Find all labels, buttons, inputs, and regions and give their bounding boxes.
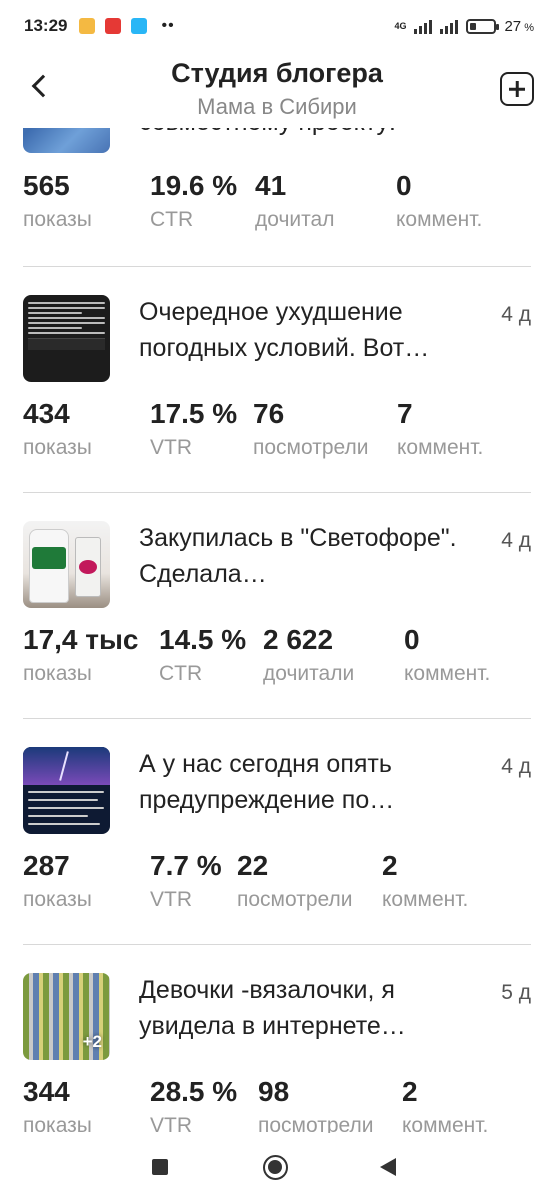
- post-thumbnail[interactable]: [23, 128, 110, 153]
- post-thumbnail[interactable]: [23, 295, 110, 382]
- system-nav-bar: [0, 1133, 554, 1200]
- notification-play-icon: [131, 18, 148, 34]
- add-post-button[interactable]: [500, 72, 534, 106]
- views-stat: 434 показы: [23, 398, 92, 459]
- post-title[interactable]: А у нас сегодня опять предупреждение по…: [139, 746, 469, 818]
- post-card[interactable]: А у нас сегодня опять предупреждение по……: [23, 747, 531, 947]
- comments-stat: 0 коммент.: [404, 624, 491, 685]
- status-time: 13:29: [24, 16, 68, 35]
- post-age: 4 д: [501, 755, 531, 778]
- post-list[interactable]: совместному проекту! 565 показы 19.6 % C…: [0, 128, 554, 1133]
- rate-stat: 17.5 % VTR: [150, 398, 238, 459]
- views-stat: 344 показы: [23, 1076, 92, 1133]
- recents-icon[interactable]: [152, 1159, 168, 1175]
- post-title[interactable]: Девочки -вязалочки, я увидела в интернет…: [139, 972, 469, 1044]
- divider: [23, 266, 531, 267]
- more-notifications-icon: ••: [161, 17, 175, 34]
- signal-icon: [414, 18, 433, 34]
- divider: [23, 944, 531, 945]
- network-type: 4G: [394, 21, 407, 31]
- reads-stat: 41 дочитал: [255, 170, 335, 231]
- battery-icon: [466, 18, 500, 34]
- post-card[interactable]: совместному проекту! 565 показы 19.6 % C…: [23, 128, 531, 246]
- post-card[interactable]: Закупилась в "Светофоре". Сделала… 4 д 1…: [23, 521, 531, 721]
- more-photos-badge: +2: [82, 1032, 102, 1051]
- battery-percent: 27 %: [504, 17, 534, 35]
- post-title[interactable]: Закупилась в "Светофоре". Сделала…: [139, 520, 469, 592]
- reads-stat: 22 посмотрели: [237, 850, 353, 911]
- views-stat: 565 показы: [23, 170, 92, 231]
- post-age: 4 д: [501, 529, 531, 552]
- rate-stat: 19.6 % CTR: [150, 170, 238, 231]
- post-title[interactable]: совместному проекту!: [139, 128, 469, 140]
- post-thumbnail[interactable]: [23, 747, 110, 834]
- notification-app-icon: [79, 18, 96, 34]
- signal-icon: [440, 18, 459, 34]
- rate-stat: 14.5 % CTR: [159, 624, 247, 685]
- app-header: Студия блогера Мама в Сибири: [0, 52, 554, 128]
- back-triangle-icon[interactable]: [380, 1158, 396, 1176]
- post-thumbnail[interactable]: +2: [23, 973, 110, 1060]
- comments-stat: 0 коммент.: [396, 170, 483, 231]
- post-age: 4 д: [501, 303, 531, 326]
- status-indicators: 4G 27 %: [394, 18, 534, 35]
- rate-stat: 28.5 % VTR: [150, 1076, 238, 1133]
- comments-stat: 2 коммент.: [402, 1076, 489, 1133]
- comments-stat: 7 коммент.: [397, 398, 484, 459]
- post-card[interactable]: Очередное ухудшение погодных условий. Во…: [23, 295, 531, 495]
- comments-stat: 2 коммент.: [382, 850, 469, 911]
- divider: [23, 718, 531, 719]
- notification-app-icon: [105, 18, 122, 34]
- views-stat: 17,4 тыс показы: [23, 624, 139, 685]
- rate-stat: 7.7 % VTR: [150, 850, 222, 911]
- status-bar: 13:29 •• 4G 27 %: [0, 0, 554, 52]
- divider: [23, 492, 531, 493]
- reads-stat: 98 посмотрели: [258, 1076, 374, 1133]
- home-icon[interactable]: [263, 1155, 288, 1180]
- page-title: Студия блогера: [171, 58, 383, 88]
- reads-stat: 76 посмотрели: [253, 398, 369, 459]
- channel-name: Мама в Сибири: [197, 94, 357, 119]
- post-card[interactable]: +2 Девочки -вязалочки, я увидела в интер…: [23, 973, 531, 1133]
- post-thumbnail[interactable]: [23, 521, 110, 608]
- reads-stat: 2 622 дочитали: [263, 624, 355, 685]
- post-title[interactable]: Очередное ухудшение погодных условий. Во…: [139, 294, 469, 366]
- views-stat: 287 показы: [23, 850, 92, 911]
- post-age: 5 д: [501, 981, 531, 1004]
